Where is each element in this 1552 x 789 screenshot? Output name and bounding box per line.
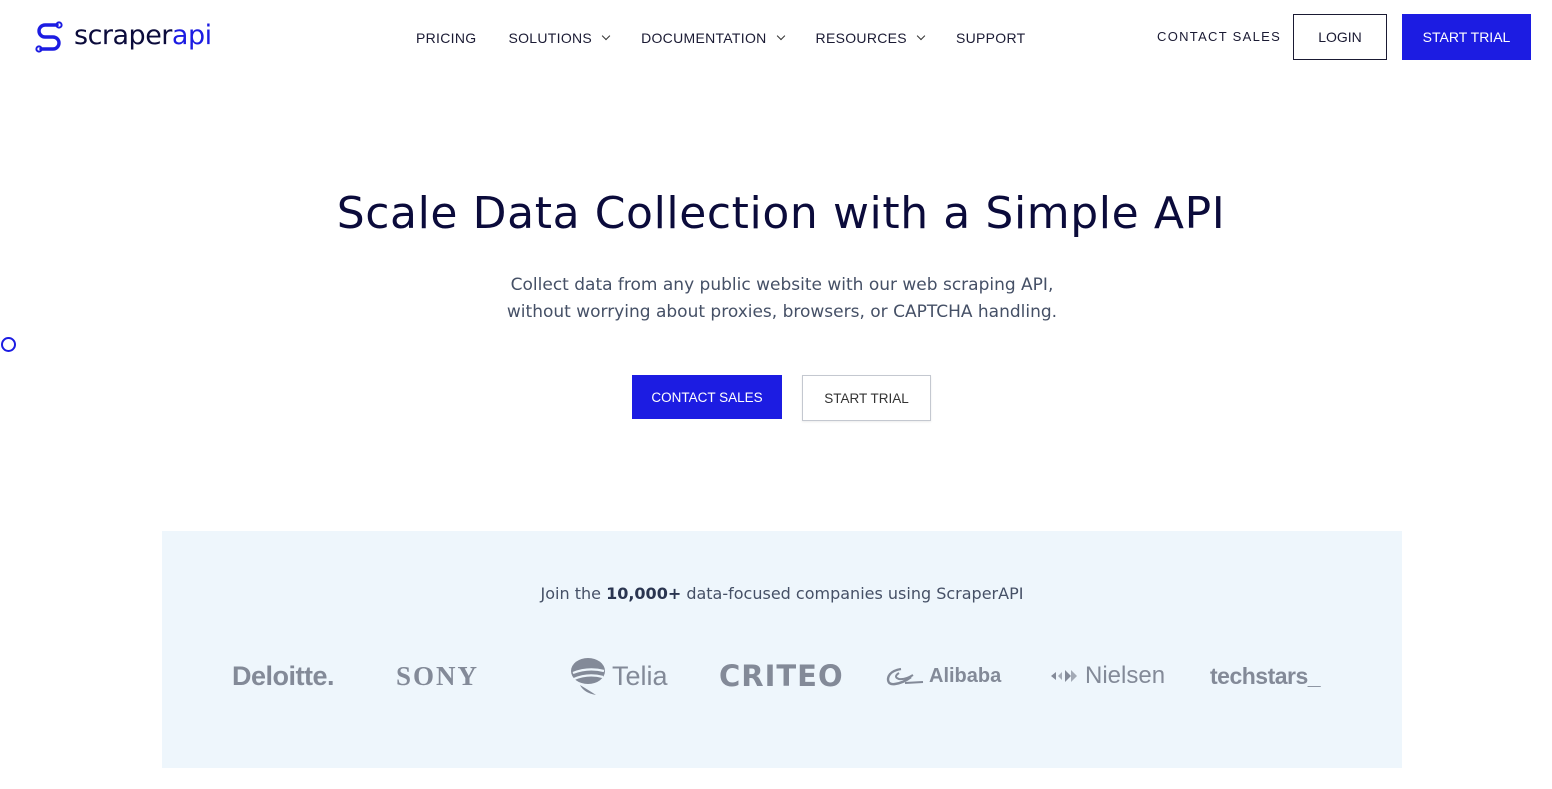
customer-logos-section: Join the 10,000+ data-focused companies … [162,531,1402,768]
alibaba-logo: Alibaba [885,651,1001,701]
chevron-down-icon [776,31,785,41]
customers-count: 10,000+ [606,584,682,603]
logo-text-scraper: scraper [74,20,172,51]
login-button[interactable]: LOGIN [1293,14,1387,60]
nav-item-support[interactable]: SUPPORT [956,30,1026,46]
nav-item-label: DOCUMENTATION [641,30,767,46]
hero-title: Scale Data Collection with a Simple API [336,188,1226,239]
nav-item-pricing[interactable]: PRICING [416,30,476,46]
nav-item-documentation[interactable]: DOCUMENTATION [641,30,785,46]
techstars-logo: techstars_ [1210,662,1321,689]
circle-marker-icon[interactable] [1,337,16,352]
hero-subtitle: Collect data from any public website wit… [0,272,1552,326]
deloitte-logo: Deloitte. [232,660,335,691]
nav-item-label: SOLUTIONS [508,30,593,46]
telia-logo: Telia [570,651,668,701]
sony-logo: SONY [396,660,480,691]
customer-logo-row: Deloitte. SONY Telia CRITEO Alibaba Niel… [162,651,1402,701]
logo-wordmark: scraperapi [74,18,212,54]
criteo-logo: CRITEO [719,659,844,693]
scraperapi-logo-icon [35,21,63,53]
logo-text-api: api [171,20,212,51]
main-nav: PRICING SOLUTIONS DOCUMENTATION RESOURCE… [416,28,1025,48]
start-trial-button[interactable]: START TRIAL [1402,14,1531,60]
chevron-down-icon [916,31,926,41]
telia-logo-text: Telia [612,660,668,691]
alibaba-mark-icon [886,667,924,686]
hero-subtitle-line: Collect data from any public website wit… [510,275,1054,295]
tagline-text: Join the [540,584,607,603]
telia-mark-icon [571,658,605,695]
scraperapi-logo[interactable]: scraperapi [32,18,212,54]
nav-item-label: PRICING [416,30,477,46]
nielsen-mark-icon [1051,670,1077,682]
contact-sales-link[interactable]: CONTACT SALES [1157,29,1281,44]
nielsen-logo-text: Nielsen [1085,662,1166,689]
nav-item-resources[interactable]: RESOURCES [815,30,926,46]
alibaba-logo-text: Alibaba [929,664,1002,687]
site-header: scraperapi PRICING SOLUTIONS DOCUMENTATI… [0,0,1552,76]
nielsen-logo: Nielsen [1049,651,1165,701]
nav-item-solutions[interactable]: SOLUTIONS [508,30,611,46]
hero-subtitle-line: without worrying about proxies, browsers… [506,302,1058,322]
chevron-down-icon [601,31,611,41]
hero-start-trial-button[interactable]: START TRIAL [802,375,931,421]
nav-item-label: RESOURCES [815,30,907,46]
customers-tagline: Join the 10,000+ data-focused companies … [162,584,1402,603]
nav-item-label: SUPPORT [955,30,1026,46]
hero-contact-sales-button[interactable]: CONTACT SALES [632,375,782,419]
tagline-text: data-focused companies using ScraperAPI [681,584,1024,603]
